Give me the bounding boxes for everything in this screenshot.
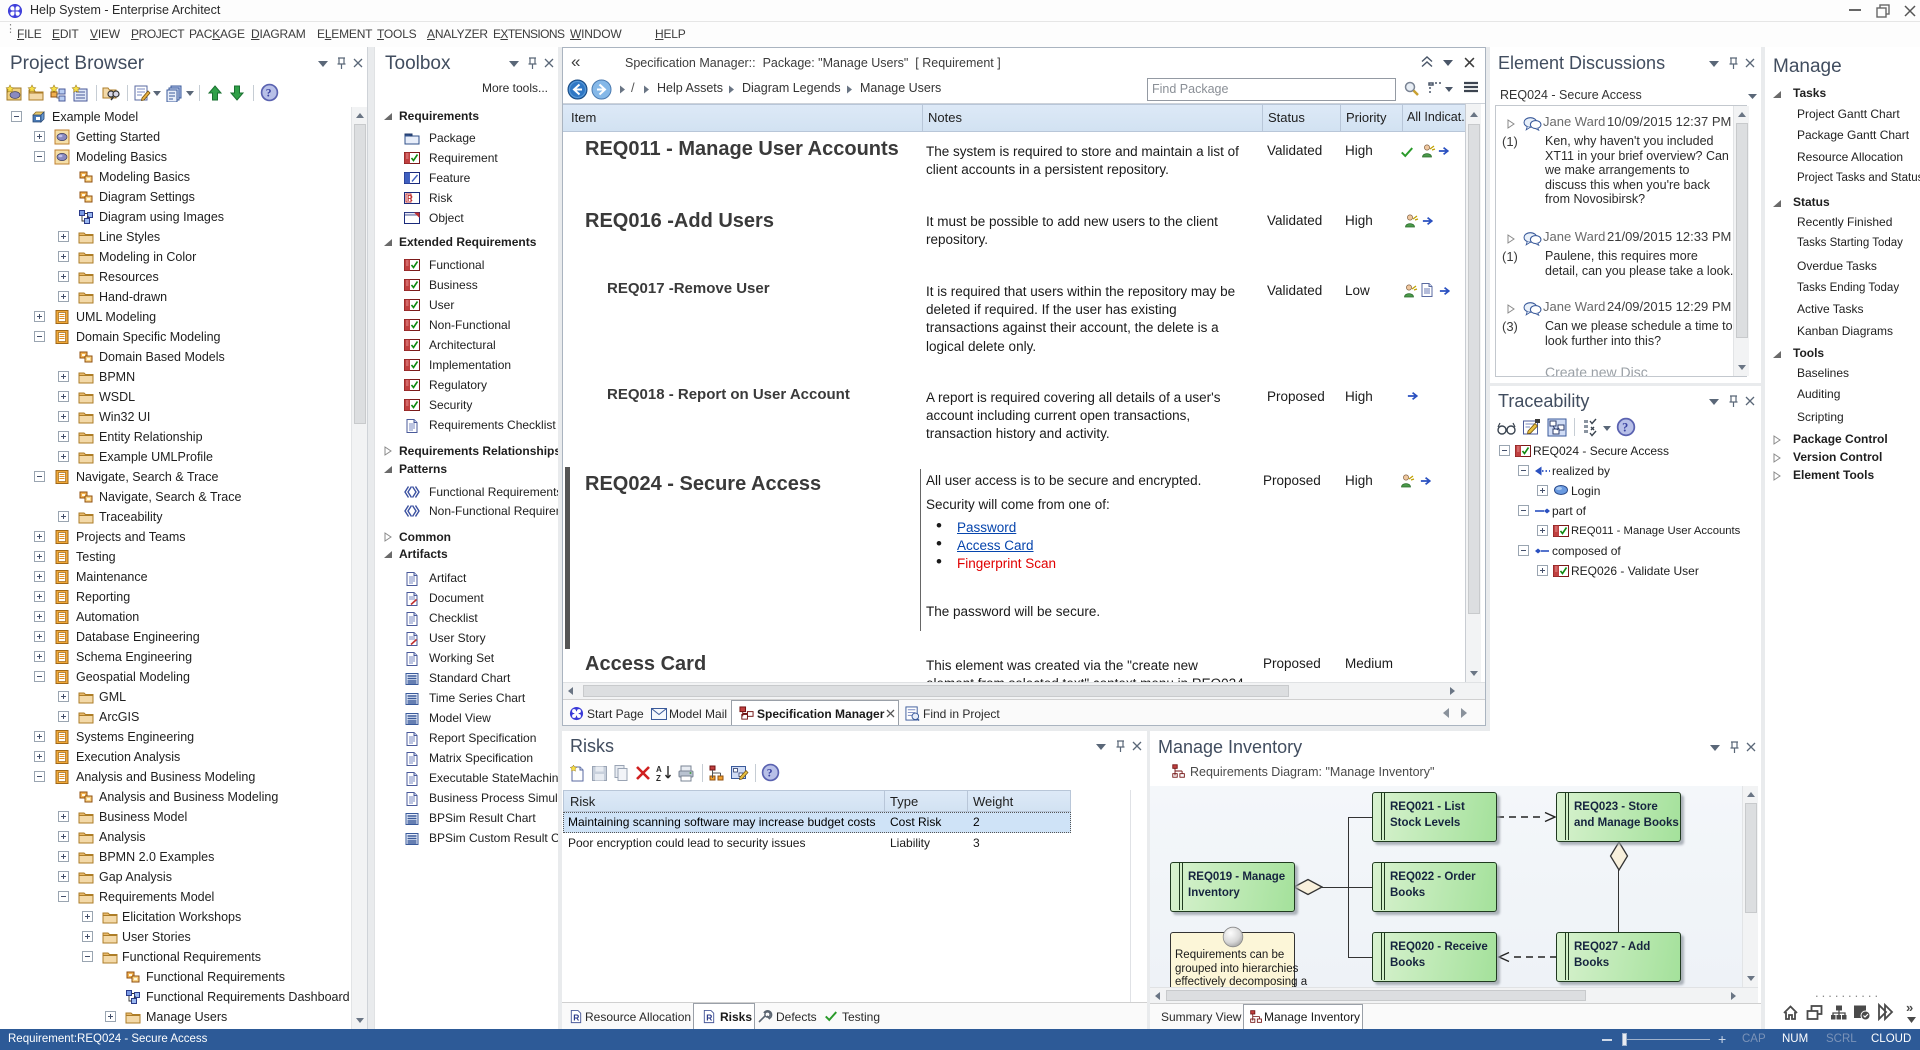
svg-text:A: A (656, 765, 662, 774)
svg-text:R: R (706, 1012, 712, 1022)
svg-text:Z: Z (656, 774, 661, 782)
svg-text:R: R (573, 1012, 579, 1022)
